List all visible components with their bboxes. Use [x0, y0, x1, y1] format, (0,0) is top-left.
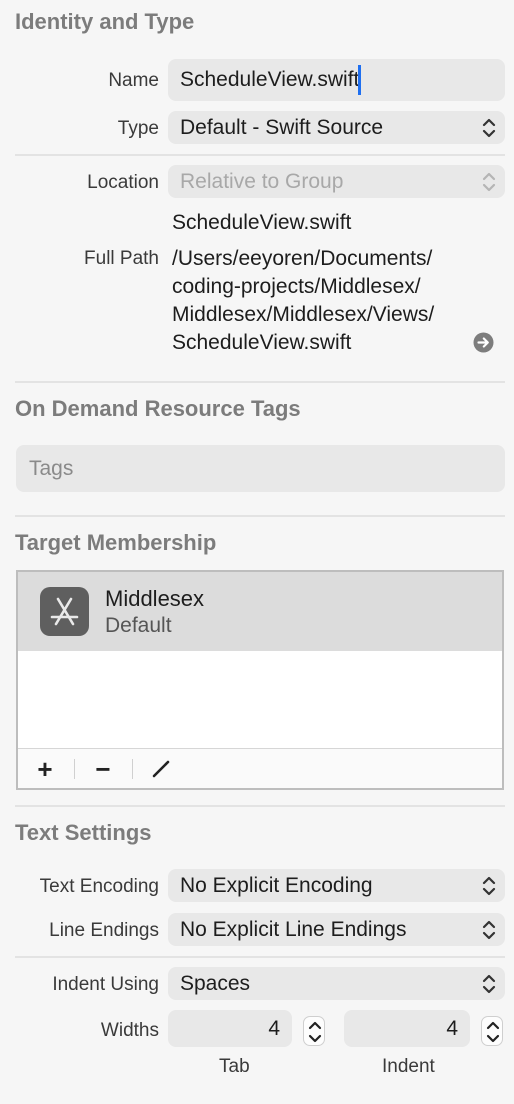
chevron-up-down-icon — [482, 118, 496, 138]
section-title-on-demand: On Demand Resource Tags — [15, 396, 301, 421]
indent-width-label: Indent — [382, 1056, 435, 1077]
chevron-up-down-icon — [482, 172, 496, 192]
reveal-in-finder-arrow-icon[interactable] — [473, 332, 494, 353]
indent-width-field[interactable]: 4 — [344, 1010, 470, 1047]
tags-placeholder: Tags — [29, 456, 74, 480]
indent-using-label: Indent Using — [52, 974, 159, 995]
indent-using-popup[interactable]: Spaces — [168, 967, 505, 1000]
chevron-up-down-icon — [482, 920, 496, 940]
app-store-icon — [40, 587, 89, 636]
add-label: + — [37, 753, 53, 784]
widths-label: Widths — [100, 1020, 159, 1041]
location-value: Relative to Group — [180, 169, 344, 193]
type-label: Type — [117, 118, 159, 139]
line-endings-label: Line Endings — [49, 920, 159, 941]
section-title-target-membership: Target Membership — [15, 530, 217, 555]
target-list: Middlesex Default + − — [16, 570, 504, 790]
tags-input[interactable]: Tags — [16, 445, 505, 492]
full-path-label: Full Path — [84, 248, 159, 269]
indent-width-value: 4 — [446, 1017, 458, 1040]
type-popup[interactable]: Default - Swift Source — [168, 111, 505, 144]
full-path-line: /Users/eeyoren/Documents/ — [172, 247, 433, 270]
tab-label: Tab — [219, 1056, 250, 1077]
line-endings-value: No Explicit Line Endings — [180, 917, 407, 941]
toolbar-separator — [132, 759, 133, 779]
divider — [15, 381, 505, 383]
full-path-line: Middlesex/Middlesex/Views/ — [172, 303, 435, 326]
full-path-text: /Users/eeyoren/Documents/ coding-project… — [172, 245, 434, 357]
full-path-line: ScheduleView.swift — [172, 331, 352, 354]
target-row-middlesex[interactable]: Middlesex Default — [18, 572, 502, 651]
remove-target-button[interactable]: − — [78, 749, 128, 789]
type-value: Default - Swift Source — [180, 115, 384, 139]
divider — [15, 805, 505, 807]
chevron-up-down-icon — [482, 876, 496, 896]
divider — [15, 956, 505, 958]
text-encoding-value: No Explicit Encoding — [180, 873, 373, 897]
text-caret — [358, 65, 361, 95]
indent-width-stepper[interactable] — [481, 1016, 503, 1046]
name-label: Name — [108, 70, 159, 91]
toolbar-separator — [74, 759, 75, 779]
target-toolbar: + − — [18, 748, 502, 788]
text-encoding-popup[interactable]: No Explicit Encoding — [168, 869, 505, 902]
section-title-identity: Identity and Type — [15, 9, 195, 34]
target-name: Middlesex — [105, 586, 205, 611]
tab-width-value: 4 — [268, 1017, 280, 1040]
name-field[interactable]: ScheduleView.swift — [168, 59, 505, 101]
remove-label: − — [95, 753, 111, 784]
tab-width-field[interactable]: 4 — [168, 1010, 292, 1047]
filename-text: ScheduleView.swift — [172, 211, 352, 234]
name-value: ScheduleView.swift — [180, 68, 360, 91]
divider — [15, 154, 505, 156]
edit-target-button[interactable] — [136, 749, 186, 789]
stepper-arrows-icon — [486, 1021, 500, 1043]
tab-width-stepper[interactable] — [303, 1016, 325, 1046]
line-endings-popup[interactable]: No Explicit Line Endings — [168, 913, 505, 946]
divider — [15, 515, 505, 517]
location-label: Location — [87, 172, 159, 193]
location-popup[interactable]: Relative to Group — [168, 165, 505, 198]
full-path-line: coding-projects/Middlesex/ — [172, 275, 421, 298]
section-title-text-settings: Text Settings — [15, 820, 152, 845]
text-encoding-label: Text Encoding — [39, 876, 159, 897]
indent-using-value: Spaces — [180, 971, 251, 995]
chevron-up-down-icon — [482, 974, 496, 994]
stepper-arrows-icon — [308, 1021, 322, 1043]
target-subtitle: Default — [105, 614, 172, 637]
pencil-icon — [152, 760, 170, 778]
add-target-button[interactable]: + — [20, 749, 70, 789]
